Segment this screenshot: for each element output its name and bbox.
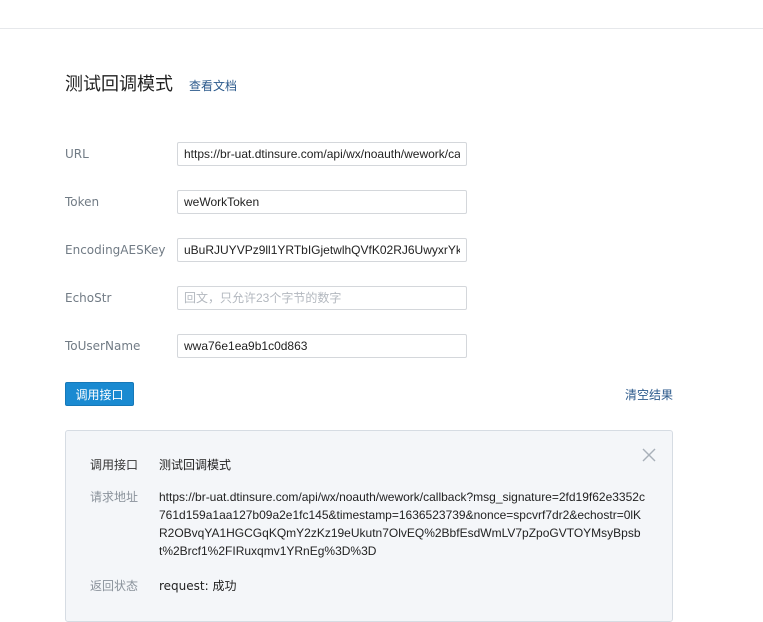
form-row-url: URL [65,142,485,166]
aeskey-input[interactable] [177,238,467,262]
result-row-api: 调用接口 测试回调模式 [90,456,647,474]
url-input[interactable] [177,142,467,166]
token-input[interactable] [177,190,467,214]
result-key-api: 调用接口 [90,458,139,472]
form-row-tousername: ToUserName [65,334,485,358]
tousername-label: ToUserName [65,339,141,353]
url-label: URL [65,147,89,161]
result-row-status: 返回状态 request: 成功 [90,577,647,595]
call-api-button[interactable]: 调用接口 [65,382,134,406]
title-row: 测试回调模式 查看文档 [65,70,237,96]
form-row-token: Token [65,190,485,214]
result-panel: 调用接口 测试回调模式 请求地址 https://br-uat.dtinsure… [65,430,673,622]
token-label: Token [65,195,100,209]
result-key-request-url: 请求地址 [90,490,139,504]
result-row-request-url: 请求地址 https://br-uat.dtinsure.com/api/wx/… [90,488,647,560]
result-key-status: 返回状态 [90,579,139,593]
form-row-aeskey: EncodingAESKey [65,238,485,262]
echostr-input[interactable] [177,286,467,310]
result-value-status: request: 成功 [159,579,237,593]
page-title: 测试回调模式 [65,74,173,95]
clear-results-link[interactable]: 清空结果 [625,386,673,403]
view-docs-link[interactable]: 查看文档 [189,77,237,94]
echostr-label: EchoStr [65,291,112,305]
result-value-api: 测试回调模式 [159,458,232,472]
tousername-input[interactable] [177,334,467,358]
form-row-echostr: EchoStr [65,286,485,310]
aeskey-label: EncodingAESKey [65,243,166,257]
result-value-request-url: https://br-uat.dtinsure.com/api/wx/noaut… [159,490,645,558]
top-divider [0,28,763,29]
